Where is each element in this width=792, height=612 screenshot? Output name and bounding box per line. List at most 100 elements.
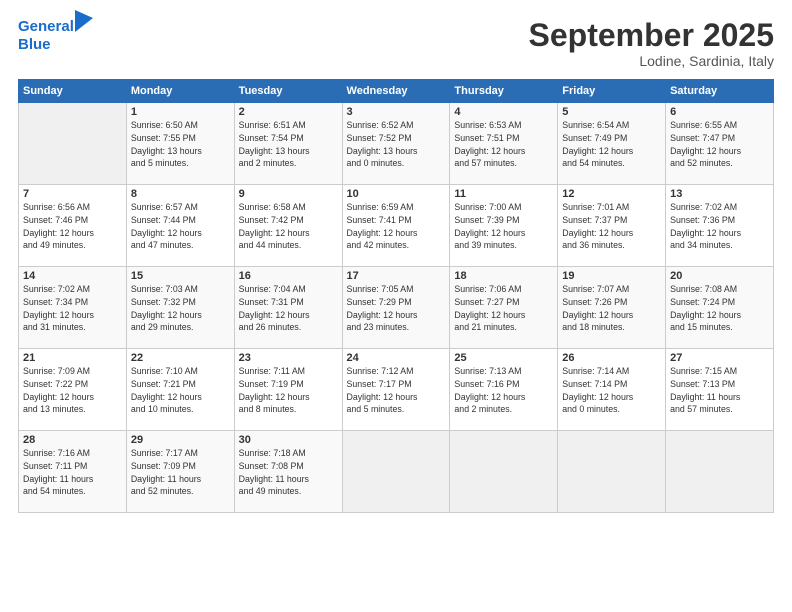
calendar-cell: 8Sunrise: 6:57 AM Sunset: 7:44 PM Daylig…	[126, 185, 234, 267]
day-info: Sunrise: 7:14 AM Sunset: 7:14 PM Dayligh…	[562, 365, 661, 416]
calendar-cell: 15Sunrise: 7:03 AM Sunset: 7:32 PM Dayli…	[126, 267, 234, 349]
day-info: Sunrise: 7:04 AM Sunset: 7:31 PM Dayligh…	[239, 283, 338, 334]
weekday-header-thursday: Thursday	[450, 80, 558, 103]
weekday-header-saturday: Saturday	[666, 80, 774, 103]
day-info: Sunrise: 6:59 AM Sunset: 7:41 PM Dayligh…	[347, 201, 446, 252]
calendar-cell: 21Sunrise: 7:09 AM Sunset: 7:22 PM Dayli…	[19, 349, 127, 431]
day-number: 22	[131, 352, 230, 364]
weekday-header-friday: Friday	[558, 80, 666, 103]
day-info: Sunrise: 7:07 AM Sunset: 7:26 PM Dayligh…	[562, 283, 661, 334]
calendar-cell: 3Sunrise: 6:52 AM Sunset: 7:52 PM Daylig…	[342, 103, 450, 185]
day-number: 2	[239, 106, 338, 118]
day-info: Sunrise: 6:53 AM Sunset: 7:51 PM Dayligh…	[454, 119, 553, 170]
day-number: 29	[131, 434, 230, 446]
day-number: 5	[562, 106, 661, 118]
day-number: 26	[562, 352, 661, 364]
day-info: Sunrise: 6:56 AM Sunset: 7:46 PM Dayligh…	[23, 201, 122, 252]
calendar-cell: 19Sunrise: 7:07 AM Sunset: 7:26 PM Dayli…	[558, 267, 666, 349]
day-number: 24	[347, 352, 446, 364]
day-info: Sunrise: 6:54 AM Sunset: 7:49 PM Dayligh…	[562, 119, 661, 170]
calendar-cell: 4Sunrise: 6:53 AM Sunset: 7:51 PM Daylig…	[450, 103, 558, 185]
day-info: Sunrise: 7:16 AM Sunset: 7:11 PM Dayligh…	[23, 447, 122, 498]
calendar-cell: 27Sunrise: 7:15 AM Sunset: 7:13 PM Dayli…	[666, 349, 774, 431]
day-number: 3	[347, 106, 446, 118]
calendar-cell: 23Sunrise: 7:11 AM Sunset: 7:19 PM Dayli…	[234, 349, 342, 431]
calendar-cell: 9Sunrise: 6:58 AM Sunset: 7:42 PM Daylig…	[234, 185, 342, 267]
calendar-cell: 6Sunrise: 6:55 AM Sunset: 7:47 PM Daylig…	[666, 103, 774, 185]
header: GeneralBlue September 2025 Lodine, Sardi…	[18, 18, 774, 69]
day-number: 27	[670, 352, 769, 364]
day-number: 30	[239, 434, 338, 446]
calendar-week-5: 28Sunrise: 7:16 AM Sunset: 7:11 PM Dayli…	[19, 431, 774, 513]
calendar-cell: 20Sunrise: 7:08 AM Sunset: 7:24 PM Dayli…	[666, 267, 774, 349]
day-number: 6	[670, 106, 769, 118]
calendar-cell: 10Sunrise: 6:59 AM Sunset: 7:41 PM Dayli…	[342, 185, 450, 267]
day-info: Sunrise: 7:15 AM Sunset: 7:13 PM Dayligh…	[670, 365, 769, 416]
calendar-week-4: 21Sunrise: 7:09 AM Sunset: 7:22 PM Dayli…	[19, 349, 774, 431]
day-number: 11	[454, 188, 553, 200]
day-info: Sunrise: 7:17 AM Sunset: 7:09 PM Dayligh…	[131, 447, 230, 498]
day-number: 23	[239, 352, 338, 364]
day-number: 13	[670, 188, 769, 200]
calendar-cell: 11Sunrise: 7:00 AM Sunset: 7:39 PM Dayli…	[450, 185, 558, 267]
calendar-cell: 2Sunrise: 6:51 AM Sunset: 7:54 PM Daylig…	[234, 103, 342, 185]
day-info: Sunrise: 6:55 AM Sunset: 7:47 PM Dayligh…	[670, 119, 769, 170]
day-info: Sunrise: 6:51 AM Sunset: 7:54 PM Dayligh…	[239, 119, 338, 170]
day-info: Sunrise: 6:52 AM Sunset: 7:52 PM Dayligh…	[347, 119, 446, 170]
day-info: Sunrise: 7:00 AM Sunset: 7:39 PM Dayligh…	[454, 201, 553, 252]
location-title: Lodine, Sardinia, Italy	[529, 53, 774, 69]
calendar-week-2: 7Sunrise: 6:56 AM Sunset: 7:46 PM Daylig…	[19, 185, 774, 267]
day-number: 1	[131, 106, 230, 118]
calendar-week-1: 1Sunrise: 6:50 AM Sunset: 7:55 PM Daylig…	[19, 103, 774, 185]
day-info: Sunrise: 7:02 AM Sunset: 7:34 PM Dayligh…	[23, 283, 122, 334]
calendar-cell: 14Sunrise: 7:02 AM Sunset: 7:34 PM Dayli…	[19, 267, 127, 349]
day-number: 19	[562, 270, 661, 282]
weekday-header-wednesday: Wednesday	[342, 80, 450, 103]
day-info: Sunrise: 7:18 AM Sunset: 7:08 PM Dayligh…	[239, 447, 338, 498]
day-number: 9	[239, 188, 338, 200]
day-info: Sunrise: 7:05 AM Sunset: 7:29 PM Dayligh…	[347, 283, 446, 334]
day-number: 8	[131, 188, 230, 200]
calendar-table: SundayMondayTuesdayWednesdayThursdayFrid…	[18, 79, 774, 513]
calendar-cell: 30Sunrise: 7:18 AM Sunset: 7:08 PM Dayli…	[234, 431, 342, 513]
weekday-header-tuesday: Tuesday	[234, 80, 342, 103]
day-number: 10	[347, 188, 446, 200]
day-number: 21	[23, 352, 122, 364]
calendar-cell: 17Sunrise: 7:05 AM Sunset: 7:29 PM Dayli…	[342, 267, 450, 349]
day-info: Sunrise: 7:12 AM Sunset: 7:17 PM Dayligh…	[347, 365, 446, 416]
day-number: 18	[454, 270, 553, 282]
day-info: Sunrise: 7:06 AM Sunset: 7:27 PM Dayligh…	[454, 283, 553, 334]
calendar-cell	[342, 431, 450, 513]
day-info: Sunrise: 7:03 AM Sunset: 7:32 PM Dayligh…	[131, 283, 230, 334]
calendar-cell: 5Sunrise: 6:54 AM Sunset: 7:49 PM Daylig…	[558, 103, 666, 185]
day-number: 12	[562, 188, 661, 200]
calendar-cell: 16Sunrise: 7:04 AM Sunset: 7:31 PM Dayli…	[234, 267, 342, 349]
calendar-cell	[450, 431, 558, 513]
day-info: Sunrise: 7:13 AM Sunset: 7:16 PM Dayligh…	[454, 365, 553, 416]
weekday-header-sunday: Sunday	[19, 80, 127, 103]
logo: GeneralBlue	[18, 18, 93, 54]
month-title: September 2025	[529, 18, 774, 53]
day-number: 25	[454, 352, 553, 364]
weekday-header-monday: Monday	[126, 80, 234, 103]
calendar-cell	[558, 431, 666, 513]
calendar-cell: 1Sunrise: 6:50 AM Sunset: 7:55 PM Daylig…	[126, 103, 234, 185]
calendar-cell: 29Sunrise: 7:17 AM Sunset: 7:09 PM Dayli…	[126, 431, 234, 513]
day-info: Sunrise: 7:09 AM Sunset: 7:22 PM Dayligh…	[23, 365, 122, 416]
day-number: 7	[23, 188, 122, 200]
page: GeneralBlue September 2025 Lodine, Sardi…	[0, 0, 792, 612]
calendar-cell: 25Sunrise: 7:13 AM Sunset: 7:16 PM Dayli…	[450, 349, 558, 431]
day-number: 17	[347, 270, 446, 282]
day-info: Sunrise: 7:01 AM Sunset: 7:37 PM Dayligh…	[562, 201, 661, 252]
title-block: September 2025 Lodine, Sardinia, Italy	[529, 18, 774, 69]
calendar-cell: 7Sunrise: 6:56 AM Sunset: 7:46 PM Daylig…	[19, 185, 127, 267]
calendar-week-3: 14Sunrise: 7:02 AM Sunset: 7:34 PM Dayli…	[19, 267, 774, 349]
calendar-cell: 28Sunrise: 7:16 AM Sunset: 7:11 PM Dayli…	[19, 431, 127, 513]
day-number: 14	[23, 270, 122, 282]
day-number: 4	[454, 106, 553, 118]
calendar-cell	[666, 431, 774, 513]
day-info: Sunrise: 6:50 AM Sunset: 7:55 PM Dayligh…	[131, 119, 230, 170]
day-number: 28	[23, 434, 122, 446]
calendar-cell: 22Sunrise: 7:10 AM Sunset: 7:21 PM Dayli…	[126, 349, 234, 431]
calendar-cell: 13Sunrise: 7:02 AM Sunset: 7:36 PM Dayli…	[666, 185, 774, 267]
